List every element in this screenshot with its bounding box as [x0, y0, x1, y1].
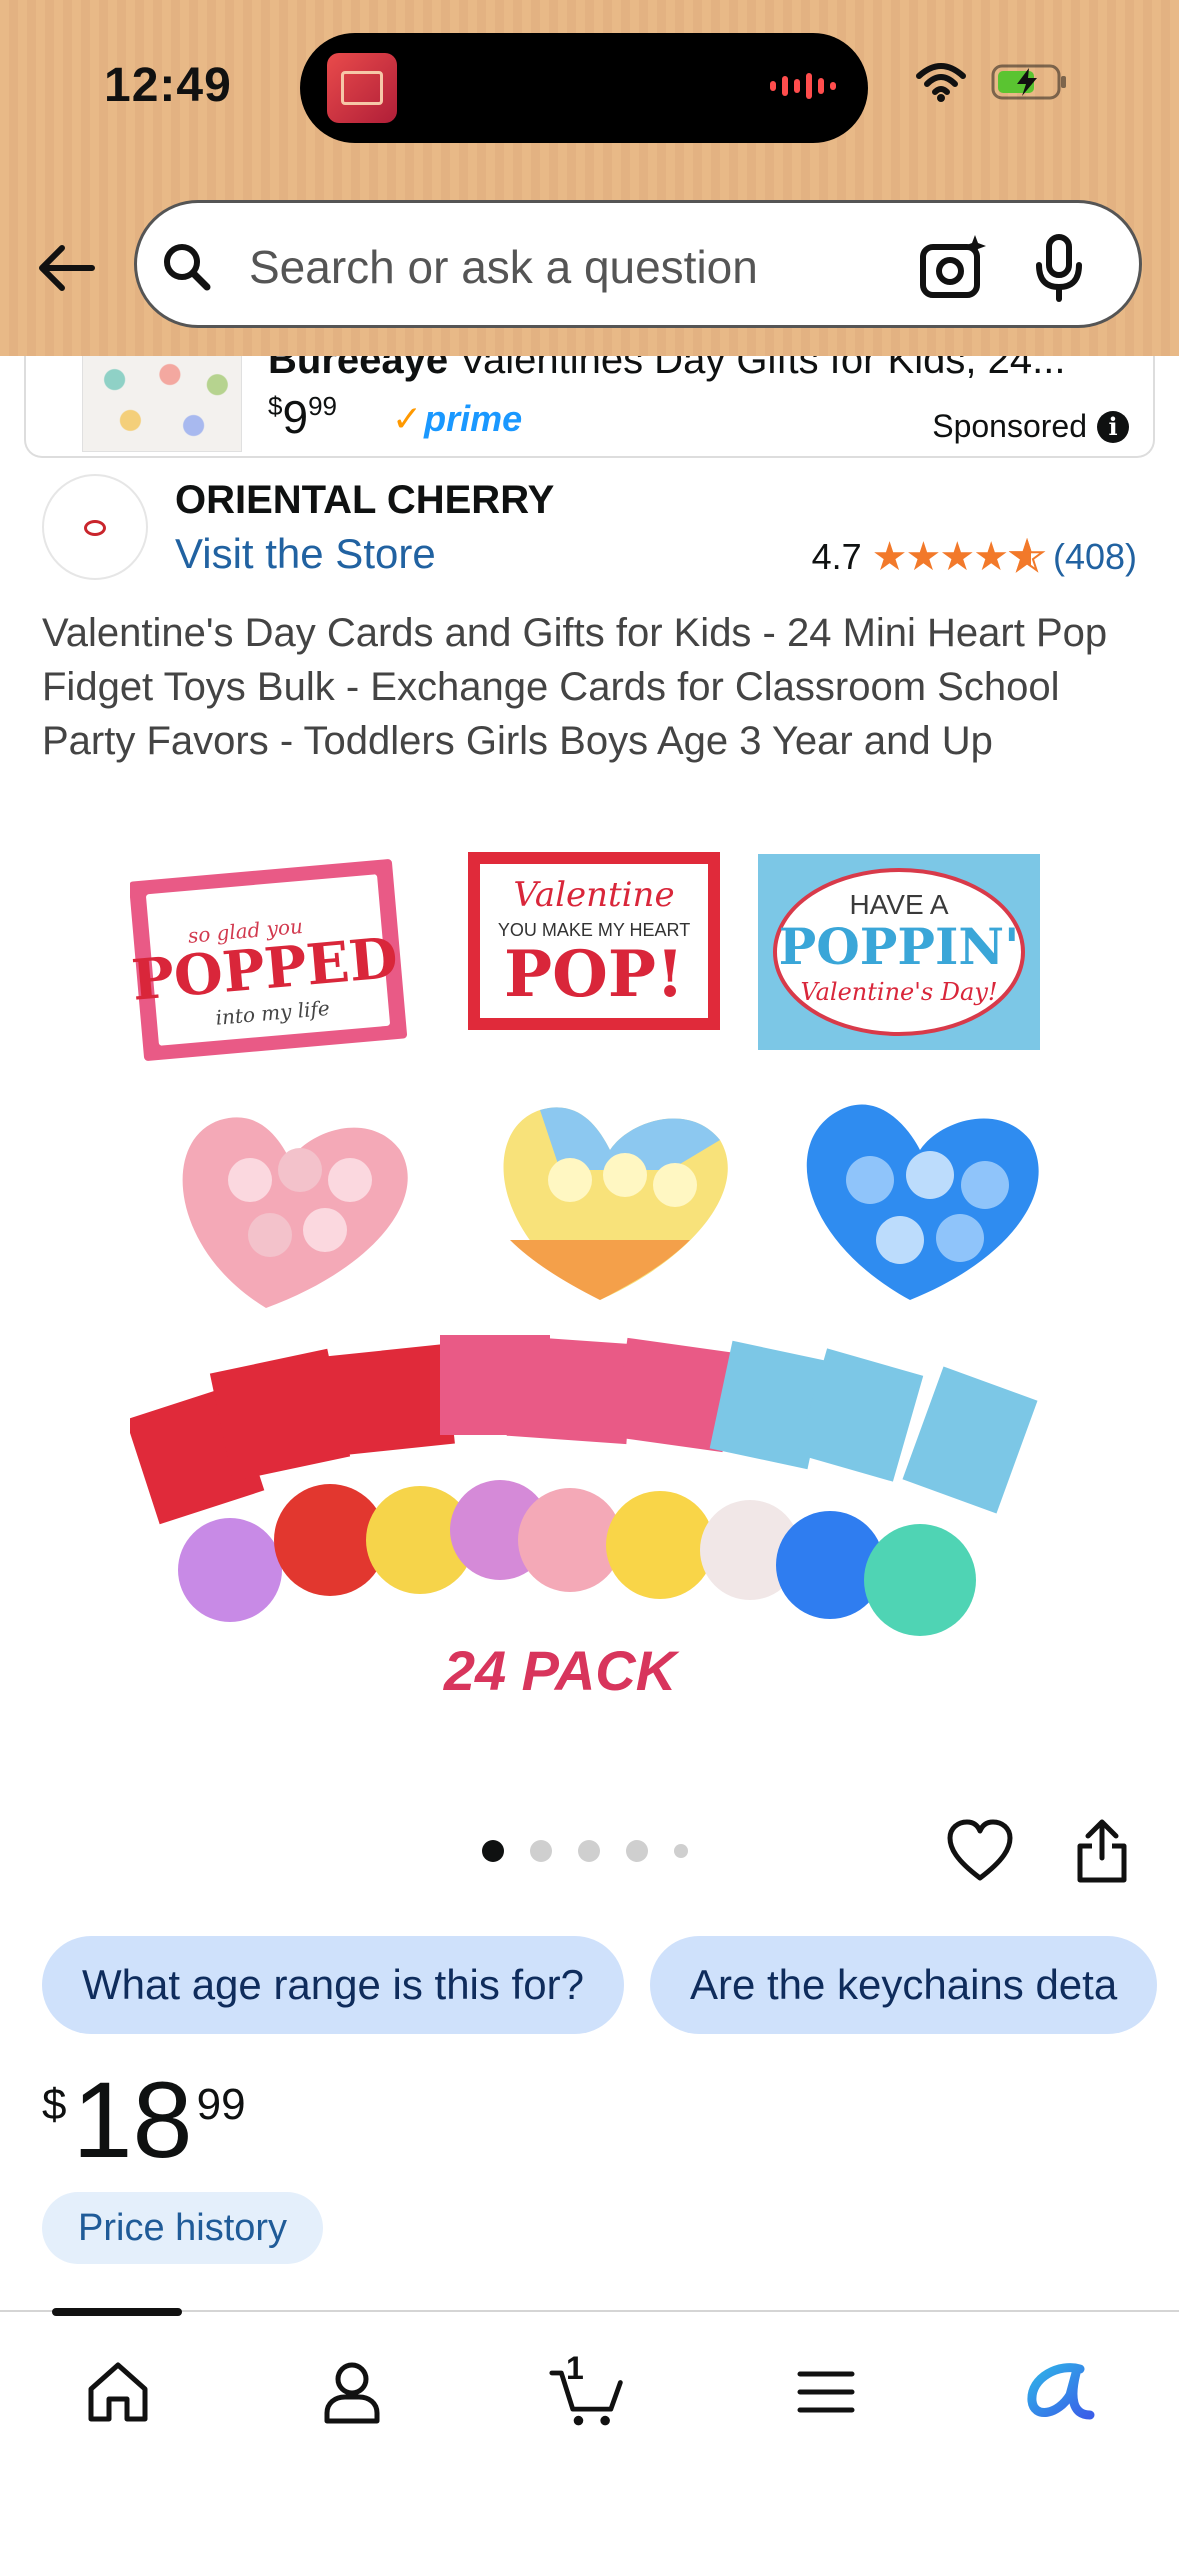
share-icon[interactable]: [1074, 1818, 1130, 1884]
image-carousel-dots[interactable]: [482, 1840, 688, 1862]
card2-line3: POP!: [504, 937, 684, 1012]
nav-rufus[interactable]: [1020, 2352, 1100, 2432]
card2-line1: Valentine: [513, 875, 674, 915]
ad-thumbnail: [82, 356, 242, 452]
product-title: Valentine's Day Cards and Gifts for Kids…: [42, 611, 1108, 763]
cart-icon: [549, 2370, 623, 2426]
visit-store-link[interactable]: Visit the Store: [175, 530, 436, 578]
pack-label: 24 PACK: [443, 1639, 680, 1702]
status-time: 12:49: [104, 59, 232, 112]
card3-line3: Valentine's Day!: [800, 978, 997, 1006]
pack-row: [130, 1335, 1038, 1636]
rating-summary[interactable]: 4.7 ★★★★ ★ (408): [812, 534, 1137, 580]
search-bar[interactable]: [134, 200, 1142, 328]
cart-count-badge: 1: [566, 2350, 584, 2386]
star-rating-icon: ★★★★ ★: [871, 534, 1046, 580]
wifi-icon: [916, 63, 966, 102]
microphone-icon[interactable]: [1029, 231, 1089, 303]
sponsored-ad[interactable]: Bureeaye Valentines Day Gifts for Kids, …: [24, 356, 1155, 458]
question-chips: What age range is this for? Are the keyc…: [42, 1936, 1158, 2034]
rating-count[interactable]: (408): [1053, 536, 1137, 578]
dynamic-island[interactable]: [300, 33, 868, 143]
info-icon[interactable]: i: [1097, 410, 1129, 443]
nav-menu[interactable]: [786, 2352, 866, 2432]
heart-wishlist-icon[interactable]: [946, 1818, 1014, 1884]
carousel-dot[interactable]: [482, 1840, 504, 1862]
nav-account[interactable]: [312, 2352, 392, 2432]
product-image[interactable]: so glad you POPPED into my life Valentin…: [130, 840, 1050, 1730]
prime-check-icon: ✓: [392, 398, 423, 439]
carousel-dot[interactable]: [626, 1840, 648, 1862]
menu-icon: [797, 2371, 855, 2413]
heart-fidget-pink: [182, 1117, 408, 1308]
product-price: $ 18 99: [42, 2059, 246, 2180]
back-arrow-icon[interactable]: [34, 236, 98, 300]
price-history-button[interactable]: Price history: [42, 2192, 324, 2264]
ad-price: $999: [268, 391, 337, 443]
sponsored-label[interactable]: Sponsored i: [932, 408, 1129, 445]
question-chip[interactable]: Are the keychains deta: [649, 1936, 1158, 2034]
carousel-dot[interactable]: [578, 1840, 600, 1862]
rufus-icon: [1027, 2363, 1095, 2420]
card3-line1: HAVE A: [849, 889, 948, 920]
card-valentine-pop: Valentine YOU MAKE MY HEART POP!: [468, 852, 720, 1030]
camera-search-icon[interactable]: [917, 231, 989, 303]
prime-badge: ✓prime: [392, 398, 523, 439]
heart-fidget-blue: [806, 1104, 1039, 1300]
home-icon: [88, 2362, 148, 2422]
rating-value: 4.7: [811, 536, 862, 577]
status-icons: [915, 62, 1069, 102]
carousel-dot[interactable]: [674, 1844, 688, 1858]
search-icon: [164, 244, 211, 291]
bottom-nav: 1: [0, 2308, 1179, 2556]
audio-wave-icon: [770, 73, 836, 99]
brand-logo[interactable]: [42, 474, 148, 580]
question-chip[interactable]: What age range is this for?: [42, 1936, 624, 2034]
active-tab-indicator: [52, 2308, 182, 2316]
card-poppin: HAVE A POPPIN' Valentine's Day!: [758, 854, 1040, 1050]
account-icon: [324, 2362, 380, 2424]
ad-title[interactable]: Bureeaye Valentines Day Gifts for Kids, …: [268, 356, 1138, 383]
battery-charging-icon: [991, 64, 1066, 100]
nav-cart[interactable]: [548, 2352, 628, 2432]
nav-home[interactable]: [78, 2352, 158, 2432]
album-art-icon: [327, 53, 397, 123]
top-header: 12:49: [0, 0, 1179, 356]
card-popped: so glad you POPPED into my life: [130, 859, 408, 1061]
search-input[interactable]: [249, 237, 809, 297]
brand-name: ORIENTAL CHERRY: [175, 478, 555, 522]
carousel-dot[interactable]: [530, 1840, 552, 1862]
card3-line2: POPPIN': [779, 917, 1020, 976]
heart-fidget-rainbow: [503, 1107, 728, 1300]
